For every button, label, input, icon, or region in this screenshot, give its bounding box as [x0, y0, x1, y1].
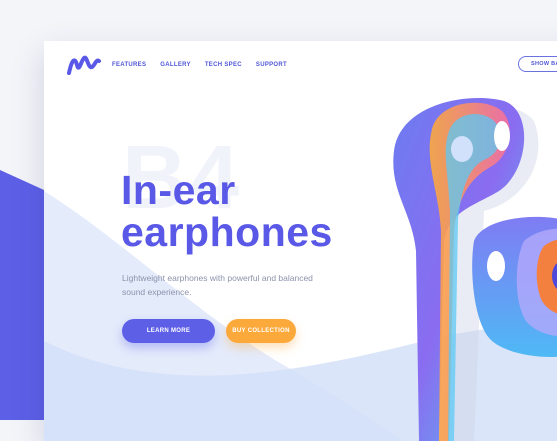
earphones-illustration	[393, 98, 557, 441]
landing-page-card: FEATURES GALLERY TECH SPEC SUPPORT SHOW …	[44, 41, 557, 441]
